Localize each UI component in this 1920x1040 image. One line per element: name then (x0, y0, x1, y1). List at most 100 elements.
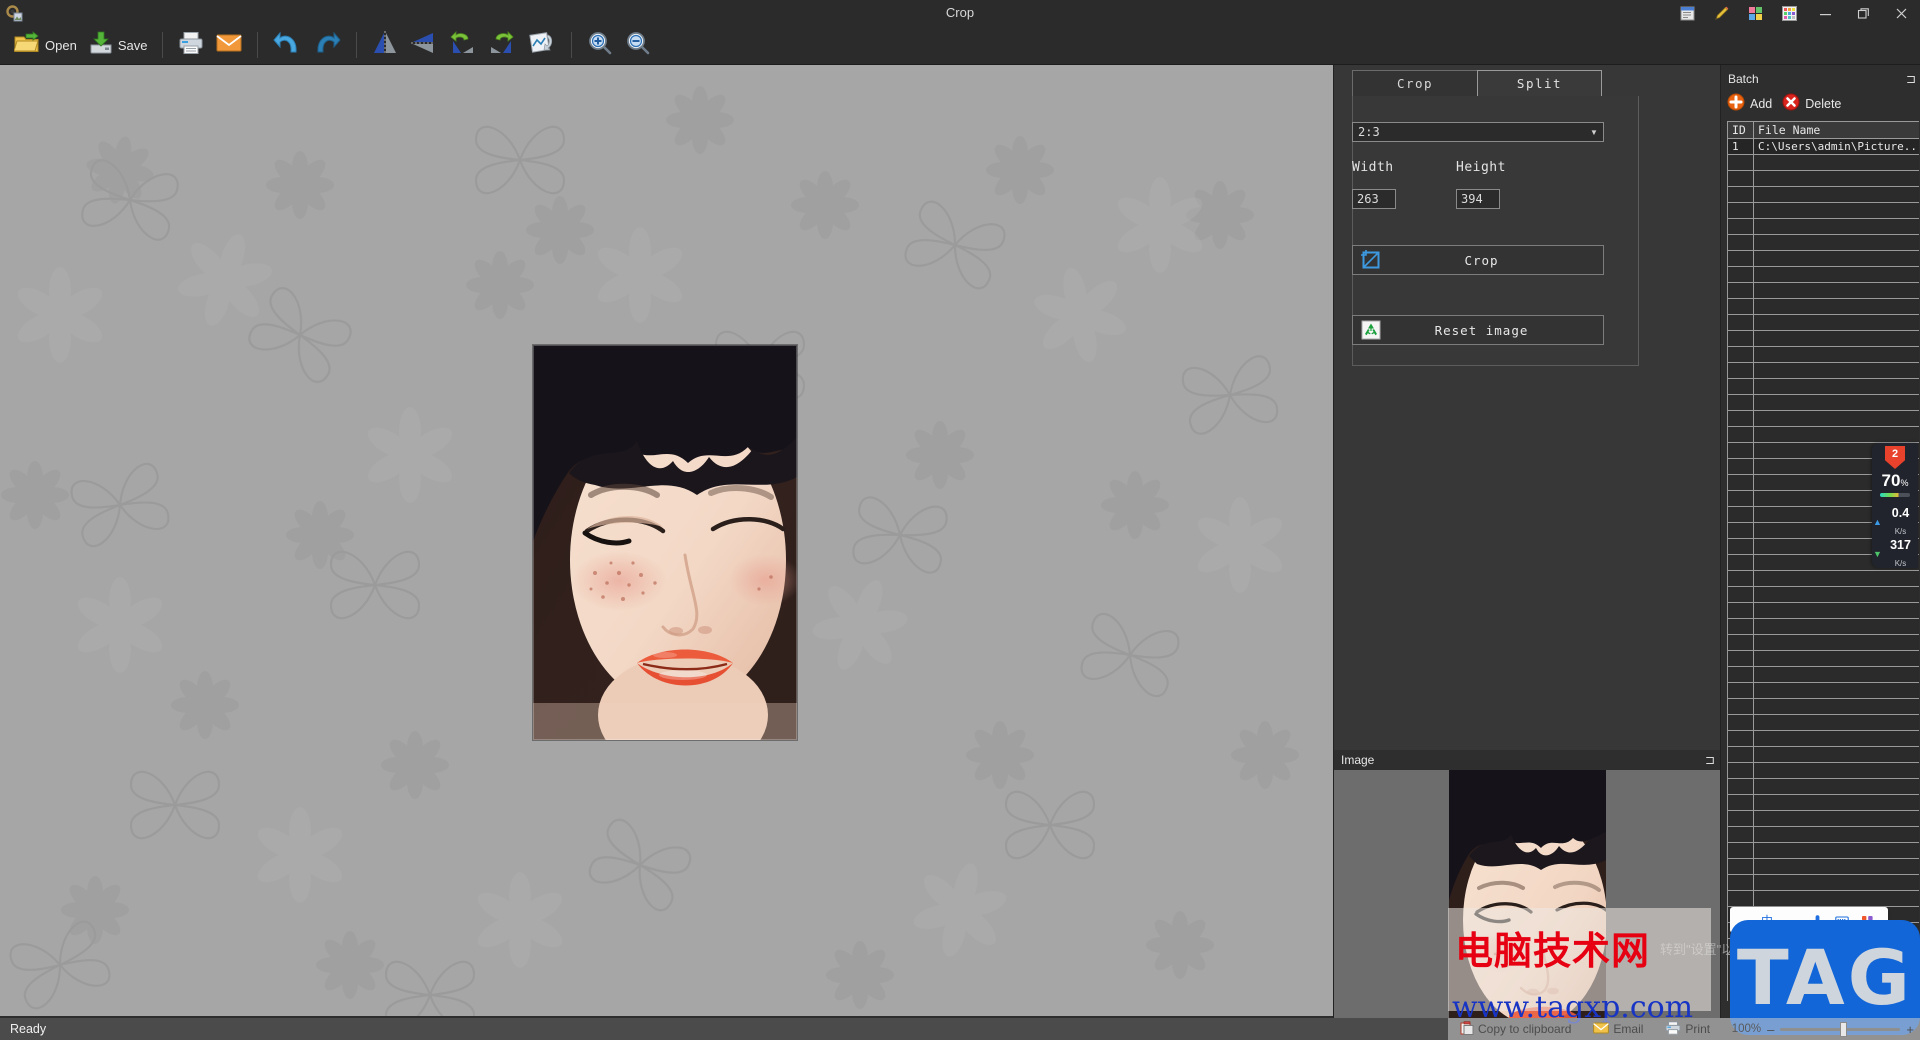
table-row[interactable] (1728, 683, 1919, 699)
table-row[interactable] (1728, 779, 1919, 795)
height-input[interactable]: 394 (1456, 189, 1500, 209)
minimize-button[interactable] (1806, 0, 1844, 26)
chevron-down-icon[interactable]: ▼ (1585, 123, 1603, 141)
cell-id (1728, 827, 1754, 843)
image-canvas-area[interactable] (0, 65, 1333, 1018)
table-row[interactable] (1728, 651, 1919, 667)
cell-id (1728, 539, 1754, 555)
image-dock-header: Image ⊐ (1334, 750, 1721, 770)
dock-drag-dots[interactable] (1382, 759, 1691, 761)
flip-horizontal-button[interactable] (366, 26, 404, 64)
rotate-right-button[interactable] (482, 26, 522, 64)
zoom-out-button[interactable]: – (1767, 1022, 1774, 1037)
table-row[interactable] (1728, 571, 1919, 587)
network-monitor-widget[interactable]: 2 70% ▲ 0.4 K/s ▼ 317 K/s (1872, 443, 1918, 568)
table-row[interactable] (1728, 219, 1919, 235)
table-row[interactable] (1728, 747, 1919, 763)
print-button[interactable] (172, 26, 210, 64)
tab-crop[interactable]: Crop (1352, 70, 1477, 97)
table-row[interactable] (1728, 395, 1919, 411)
batch-delete-button[interactable]: Delete (1782, 93, 1841, 116)
palette-grid-icon[interactable] (1772, 0, 1806, 26)
cell-filename (1754, 731, 1919, 747)
cell-id (1728, 555, 1754, 571)
table-row[interactable] (1728, 731, 1919, 747)
rotate-left-button[interactable] (442, 26, 482, 64)
flip-vertical-button[interactable] (404, 26, 442, 64)
undo-button[interactable] (267, 26, 307, 64)
table-row[interactable] (1728, 187, 1919, 203)
table-row[interactable] (1728, 203, 1919, 219)
zoom-in-button[interactable] (581, 26, 619, 64)
cropped-photo-preview[interactable] (533, 345, 797, 740)
table-row[interactable] (1728, 411, 1919, 427)
close-button[interactable] (1882, 0, 1920, 26)
table-row[interactable] (1728, 171, 1919, 187)
table-row[interactable] (1728, 843, 1919, 859)
pin-icon[interactable]: ⊐ (1699, 753, 1721, 767)
email-button[interactable] (210, 26, 248, 64)
table-row[interactable] (1728, 363, 1919, 379)
table-row[interactable] (1728, 235, 1919, 251)
zoom-in-button[interactable]: + (1906, 1022, 1914, 1037)
table-row[interactable] (1728, 875, 1919, 891)
email-button[interactable]: Email (1593, 1022, 1643, 1037)
print-button[interactable]: Print (1665, 1020, 1711, 1038)
table-row[interactable] (1728, 379, 1919, 395)
table-row[interactable] (1728, 587, 1919, 603)
pin-icon[interactable]: ⊐ (1901, 72, 1920, 86)
batch-drag-dots[interactable] (1766, 78, 1893, 80)
zoom-slider[interactable] (1780, 1021, 1901, 1037)
upload-value: 0.4 (1891, 506, 1910, 520)
batch-add-button[interactable]: Add (1727, 93, 1772, 116)
table-row[interactable] (1728, 619, 1919, 635)
cell-filename (1754, 379, 1919, 395)
reset-image-button[interactable]: Reset image (1352, 315, 1604, 345)
crop-button[interactable]: Crop (1352, 245, 1604, 275)
save-button[interactable]: Save (83, 26, 154, 64)
upload-speed-row: ▲ 0.4 K/s (1872, 505, 1918, 539)
table-row[interactable] (1728, 667, 1919, 683)
table-row[interactable] (1728, 795, 1919, 811)
table-row[interactable] (1728, 699, 1919, 715)
color-tiles-icon[interactable] (1738, 0, 1772, 26)
table-row[interactable]: 1 C:\Users\admin\Picture... (1728, 139, 1919, 155)
table-row[interactable] (1728, 859, 1919, 875)
notification-badge[interactable]: 2 (1885, 446, 1905, 469)
table-row[interactable] (1728, 827, 1919, 843)
recycle-icon (1356, 315, 1386, 345)
width-input[interactable]: 263 (1352, 189, 1396, 209)
cell-id (1728, 443, 1754, 459)
table-row[interactable] (1728, 331, 1919, 347)
table-row[interactable] (1728, 635, 1919, 651)
batch-delete-label: Delete (1805, 97, 1842, 111)
title-bar-right-group (1670, 0, 1920, 26)
table-row[interactable] (1728, 811, 1919, 827)
redo-button[interactable] (307, 26, 347, 64)
table-row[interactable] (1728, 347, 1919, 363)
table-row[interactable] (1728, 891, 1919, 907)
tab-split[interactable]: Split (1477, 70, 1602, 97)
cell-filename (1754, 203, 1919, 219)
document-icon[interactable] (1670, 0, 1704, 26)
table-row[interactable] (1728, 427, 1919, 443)
print-label: Print (1685, 1022, 1711, 1036)
zoom-out-button[interactable] (619, 26, 657, 64)
table-row[interactable] (1728, 763, 1919, 779)
pencil-icon[interactable] (1704, 0, 1738, 26)
table-row[interactable] (1728, 603, 1919, 619)
copy-to-clipboard-button[interactable]: Copy to clipboard (1460, 1020, 1571, 1038)
table-row[interactable] (1728, 267, 1919, 283)
table-row[interactable] (1728, 315, 1919, 331)
zoom-slider-knob[interactable] (1840, 1021, 1848, 1037)
table-row[interactable] (1728, 283, 1919, 299)
open-button[interactable]: Open (8, 26, 83, 64)
aspect-ratio-select[interactable]: 2:3 ▼ (1352, 122, 1604, 142)
table-row[interactable] (1728, 251, 1919, 267)
canvas-surface[interactable] (0, 65, 1333, 1016)
rotate-free-button[interactable] (522, 26, 562, 64)
table-row[interactable] (1728, 715, 1919, 731)
table-row[interactable] (1728, 155, 1919, 171)
table-row[interactable] (1728, 299, 1919, 315)
maximize-button[interactable] (1844, 0, 1882, 26)
